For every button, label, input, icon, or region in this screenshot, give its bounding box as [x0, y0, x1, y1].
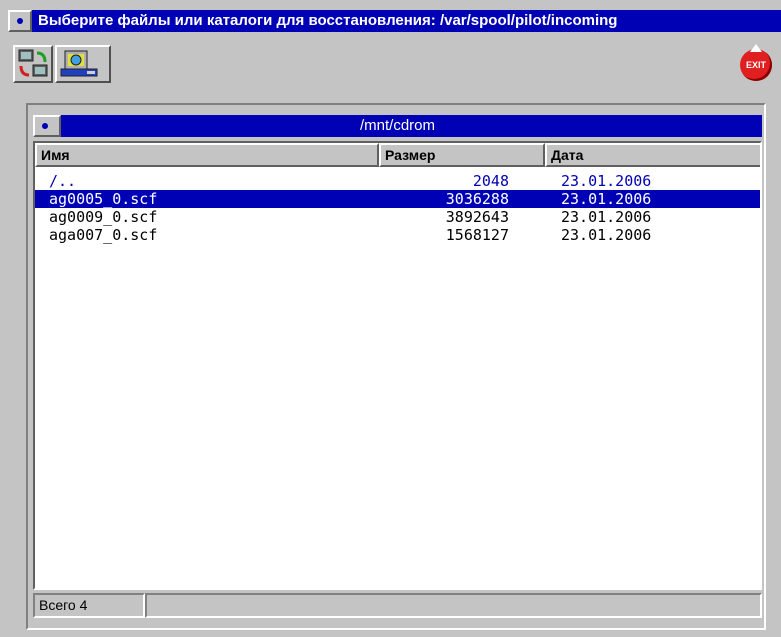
file-date: 23.01.2006 — [561, 208, 652, 226]
file-size: 1568127 — [445, 226, 509, 244]
status-extra — [145, 593, 762, 618]
status-bar: Всего 4 — [33, 593, 762, 618]
file-date: 23.01.2006 — [561, 190, 652, 208]
file-name: aga007_0.scf — [49, 226, 158, 244]
column-header-date[interactable]: Дата — [545, 143, 760, 167]
current-path: /mnt/cdrom — [359, 117, 435, 134]
file-size: 2048 — [472, 172, 509, 190]
column-header-name[interactable]: Имя — [35, 143, 379, 167]
file-date: 23.01.2006 — [561, 226, 652, 244]
exit-button[interactable]: EXIT — [740, 49, 772, 81]
file-list[interactable]: Имя Размер Дата /.. 2048 23.01.2006 ag00… — [33, 141, 762, 590]
file-name: /.. — [49, 172, 77, 190]
list-item[interactable]: aga007_0.scf 1568127 23.01.2006 — [35, 226, 760, 244]
panel-title-bar: /mnt/cdrom — [33, 115, 762, 137]
refresh-sync-icon — [18, 49, 48, 77]
list-item[interactable]: ag0009_0.scf 3892643 23.01.2006 — [35, 208, 760, 226]
file-size: 3036288 — [445, 190, 509, 208]
exit-label: EXIT — [745, 60, 766, 70]
list-item-selected[interactable]: ag0005_0.scf 3036288 23.01.2006 — [35, 190, 760, 208]
cd-drive-icon — [60, 50, 98, 77]
window-menu-button[interactable] — [8, 10, 32, 32]
window-title-bar: Выберите файлы или каталоги для восстано… — [8, 10, 781, 32]
status-count: Всего 4 — [33, 593, 145, 618]
column-header-size[interactable]: Размер — [379, 143, 545, 167]
column-headers: Имя Размер Дата — [35, 143, 760, 167]
exit-arrow-icon — [750, 44, 762, 52]
file-name: ag0009_0.scf — [49, 208, 158, 226]
cd-drive-button[interactable] — [55, 45, 111, 83]
window-title: Выберите файлы или каталоги для восстано… — [38, 12, 618, 29]
sync-button[interactable] — [13, 45, 53, 83]
file-date: 23.01.2006 — [561, 172, 652, 190]
file-size: 3892643 — [445, 208, 509, 226]
file-name: ag0005_0.scf — [49, 190, 158, 208]
list-item-parent-dir[interactable]: /.. 2048 23.01.2006 — [35, 172, 760, 190]
